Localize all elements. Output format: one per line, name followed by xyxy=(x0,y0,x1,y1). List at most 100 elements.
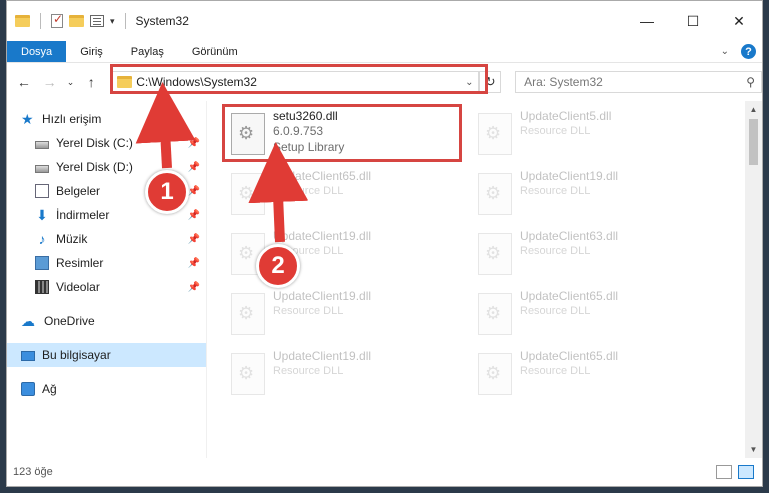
ribbon-tabs: Dosya Giriş Paylaş Görünüm ⌄ ? xyxy=(7,41,762,63)
sidebar-item-this-pc[interactable]: Bu bilgisayar xyxy=(7,343,206,367)
address-bar-highlight xyxy=(110,64,488,94)
minimize-icon[interactable]: — xyxy=(624,1,670,41)
sidebar-item-onedrive[interactable]: ☁ OneDrive xyxy=(7,309,206,333)
recent-locations-icon[interactable]: ⌄ xyxy=(67,77,75,88)
ribbon-right-controls: ⌄ ? xyxy=(721,41,762,62)
file-item[interactable]: UpdateClient65.dll Resource DLL xyxy=(472,285,702,341)
pictures-icon xyxy=(35,256,49,270)
navigation-pane: ★ Hızlı erişim Yerel Disk (C:) 📌 Yerel D… xyxy=(7,101,207,458)
window-title: System32 xyxy=(135,14,189,28)
file-item[interactable]: UpdateClient5.dll Resource DLL xyxy=(472,105,702,161)
file-name: UpdateClient63.dll xyxy=(520,229,619,243)
computer-icon xyxy=(21,350,35,361)
sidebar-item-label: Müzik xyxy=(56,232,88,246)
file-item[interactable]: UpdateClient19.dll Resource DLL xyxy=(225,285,455,341)
step-1-badge: 1 xyxy=(145,170,189,214)
step-2-badge: 2 xyxy=(256,244,300,288)
close-icon[interactable]: ✕ xyxy=(716,1,762,41)
sidebar-item-local-disk-c[interactable]: Yerel Disk (C:) 📌 xyxy=(7,131,206,155)
sidebar-item-label: Bu bilgisayar xyxy=(42,348,111,362)
file-description: Resource DLL xyxy=(273,305,344,317)
pin-icon[interactable]: 📌 xyxy=(188,162,200,173)
new-folder-icon[interactable] xyxy=(69,15,84,27)
scroll-up-icon[interactable]: ▲ xyxy=(745,101,762,118)
file-description: Resource DLL xyxy=(520,125,591,137)
file-details: UpdateClient19.dll Resource DLL xyxy=(520,169,618,217)
sidebar-item-pictures[interactable]: Resimler 📌 xyxy=(7,251,206,275)
sidebar-item-label: Hızlı erişim xyxy=(42,112,102,126)
network-icon xyxy=(21,382,35,396)
dll-file-icon xyxy=(478,293,512,335)
toolbar-divider xyxy=(124,13,126,29)
file-name: UpdateClient19.dll xyxy=(273,349,372,363)
window-controls: — ☐ ✕ xyxy=(624,1,762,41)
file-description: Resource DLL xyxy=(520,365,591,377)
file-item[interactable]: UpdateClient19.dll Resource DLL xyxy=(225,345,455,401)
folder-icon xyxy=(15,15,30,27)
file-name: UpdateClient65.dll xyxy=(520,349,619,363)
maximize-icon[interactable]: ☐ xyxy=(670,1,716,41)
tab-home[interactable]: Giriş xyxy=(66,41,117,62)
up-icon[interactable]: ↑ xyxy=(82,74,100,90)
pin-icon[interactable]: 📌 xyxy=(188,138,200,149)
tab-view[interactable]: Görünüm xyxy=(178,41,252,62)
sidebar-item-network[interactable]: Ağ xyxy=(7,377,206,401)
expand-ribbon-icon[interactable]: ⌄ xyxy=(721,46,729,57)
tab-file[interactable]: Dosya xyxy=(7,41,67,62)
sidebar-item-videos[interactable]: Videolar 📌 xyxy=(7,275,206,299)
dll-file-icon xyxy=(231,353,265,395)
tiles-view-icon[interactable] xyxy=(738,465,754,479)
pin-icon[interactable]: 📌 xyxy=(188,186,200,197)
file-item[interactable]: UpdateClient19.dll Resource DLL xyxy=(472,165,702,221)
star-icon: ★ xyxy=(21,111,34,127)
pin-icon[interactable]: 📌 xyxy=(188,282,200,293)
file-details: UpdateClient19.dll Resource DLL xyxy=(273,289,371,337)
file-details: UpdateClient65.dll Resource DLL xyxy=(520,289,618,337)
pin-icon[interactable]: 📌 xyxy=(188,210,200,221)
file-item[interactable]: UpdateClient65.dll Resource DLL xyxy=(225,165,455,221)
scrollbar-thumb[interactable] xyxy=(749,119,758,165)
search-input[interactable]: Ara: System32 ⚲ xyxy=(515,71,762,93)
file-item[interactable]: UpdateClient63.dll Resource DLL xyxy=(472,225,702,281)
file-description: Resource DLL xyxy=(520,185,591,197)
sidebar-item-label: Yerel Disk (C:) xyxy=(56,136,133,150)
help-icon[interactable]: ? xyxy=(741,44,756,59)
view-toggle xyxy=(716,465,762,479)
back-icon[interactable]: ← xyxy=(15,74,33,90)
quick-access-toolbar: ▾ System32 xyxy=(7,12,189,29)
properties-icon[interactable] xyxy=(90,15,104,27)
sidebar-item-label: Belgeler xyxy=(56,184,101,198)
downloads-icon: ⬇ xyxy=(36,207,48,223)
cloud-icon: ☁ xyxy=(21,313,35,329)
sidebar-item-label: OneDrive xyxy=(44,314,95,328)
sidebar-item-label: İndirmeler xyxy=(56,208,110,222)
properties-check-icon[interactable] xyxy=(51,12,63,28)
file-name: UpdateClient65.dll xyxy=(520,289,619,303)
vertical-scrollbar[interactable]: ▲ ▼ xyxy=(745,101,762,458)
status-bar: 123 öğe xyxy=(7,458,762,486)
dll-file-icon xyxy=(231,293,265,335)
file-name: UpdateClient19.dll xyxy=(520,169,619,183)
pin-icon[interactable]: 📌 xyxy=(188,258,200,269)
sidebar-item-label: Ağ xyxy=(42,382,57,396)
pin-icon[interactable]: 📌 xyxy=(188,234,200,245)
title-bar: ▾ System32 — ☐ ✕ xyxy=(7,1,762,41)
file-item[interactable]: UpdateClient65.dll Resource DLL xyxy=(472,345,702,401)
sidebar-item-label: Videolar xyxy=(56,280,100,294)
videos-icon xyxy=(35,280,49,294)
dll-file-icon xyxy=(478,113,512,155)
file-details: UpdateClient65.dll Resource DLL xyxy=(273,169,371,217)
details-view-icon[interactable] xyxy=(716,465,732,479)
forward-icon[interactable]: → xyxy=(41,74,59,90)
file-name: UpdateClient19.dll xyxy=(273,289,372,303)
search-icon: ⚲ xyxy=(746,75,755,89)
customize-toolbar-arrow-icon[interactable]: ▾ xyxy=(110,16,115,27)
file-description: Resource DLL xyxy=(520,305,591,317)
scroll-down-icon[interactable]: ▼ xyxy=(745,441,762,458)
sidebar-item-music[interactable]: ♪ Müzik 📌 xyxy=(7,227,206,251)
sidebar-item-quick-access[interactable]: ★ Hızlı erişim xyxy=(7,107,206,131)
tab-share[interactable]: Paylaş xyxy=(117,41,178,62)
documents-icon xyxy=(35,184,49,198)
dll-file-icon xyxy=(231,173,265,215)
